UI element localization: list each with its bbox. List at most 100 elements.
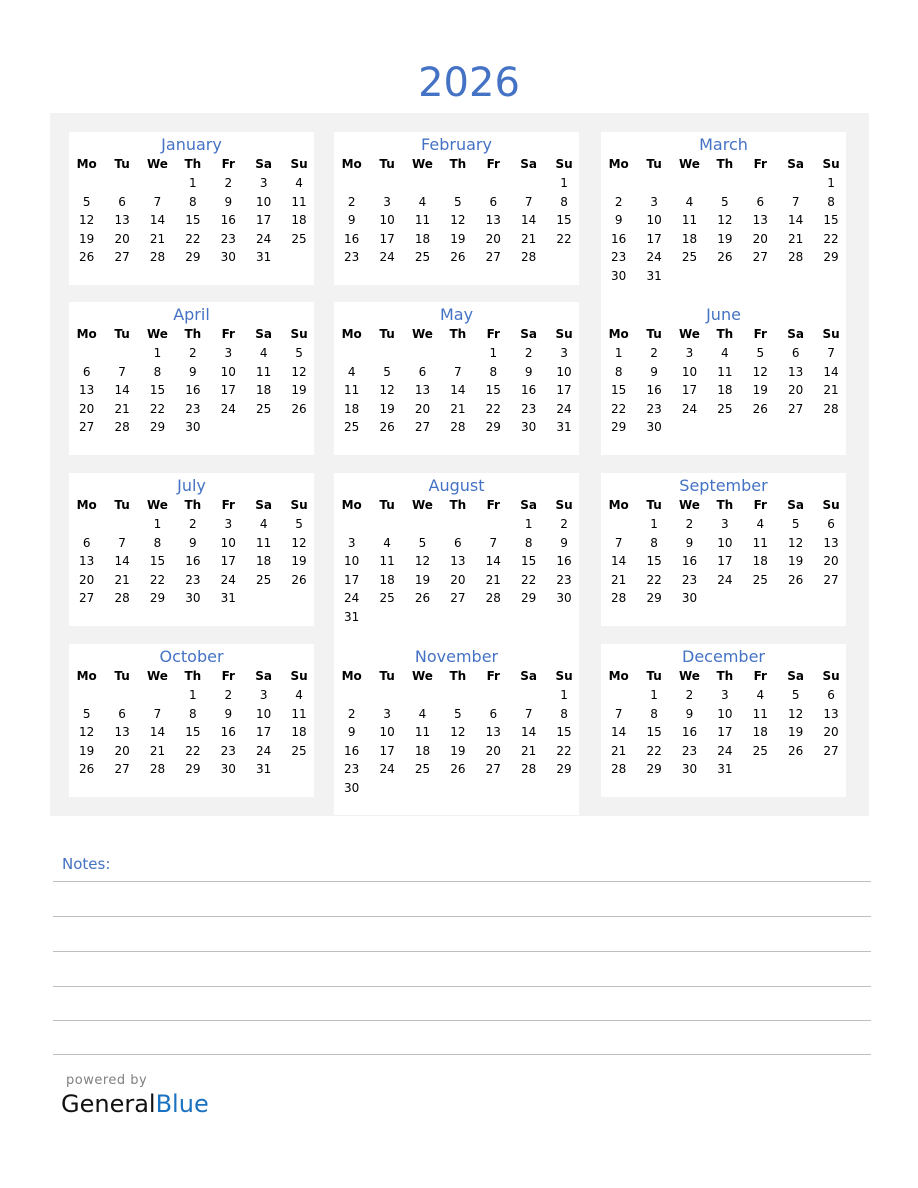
day-cell: 9 [347,213,356,227]
day-cell: 20 [485,743,501,758]
day-cell: 27 [79,420,95,434]
day-cell: 12 [450,213,466,227]
weekday-header: Fr [486,157,500,171]
day-cell: 10 [556,364,572,379]
month-grid: Mo Tu We Th Fr Sa Su 1 2 3 4 5 6 7 8 9 10 11 12 13 14 15 16 17 1… [69,154,314,267]
day-cell: 29 [185,250,201,264]
weekday-header: Th [449,327,467,341]
day-cell: 17 [646,231,662,246]
day-cell: 7 [614,535,623,550]
day-cell: 25 [414,762,431,776]
day-cell: 14 [823,364,839,379]
day-cell: 22 [485,401,501,416]
day-cell: 1 [153,517,162,531]
empty-cell [405,174,440,193]
day-cell: 7 [153,194,162,209]
day-cell: 11 [414,725,431,739]
day-cell: 15 [185,213,201,227]
day-cell: 9 [685,535,694,550]
note-line [53,1020,871,1021]
day-cell: 31 [256,250,272,264]
day-cell: 15 [149,383,166,397]
day-cell: 13 [788,364,804,379]
day-cell: 6 [756,194,765,209]
day-cell: 1 [614,346,623,360]
day-cell: 10 [220,364,236,379]
day-cell: 2 [224,688,233,702]
day-cell: 29 [823,250,839,264]
day-cell: 13 [414,383,431,397]
day-cell: 12 [79,213,95,227]
day-cell: 19 [379,401,395,416]
day-cell: 16 [185,554,201,568]
weekday-header: Mo [341,327,362,341]
day-cell: 26 [79,762,95,776]
weekday-header: Mo [76,327,97,341]
day-cell: 17 [717,554,733,568]
month-name: January [161,135,222,154]
day-cell: 19 [414,572,431,587]
day-cell: 19 [717,231,733,246]
day-cell: 11 [256,535,272,550]
weekday-header: Su [290,498,308,512]
weekday-header: Mo [76,157,97,171]
day-cell: 8 [189,706,197,721]
day-cell: 29 [646,591,662,605]
day-cell: 5 [454,194,462,209]
day-cell: 20 [823,554,839,568]
day-cell: 13 [823,535,839,550]
empty-cell [369,515,404,534]
weekday-header: We [679,669,700,683]
month-grid: Mo Tu We Th Fr Sa Su 1 2 3 4 5 6 7 8 9 10 11 12 13 14 15 16 17 1… [334,495,579,626]
day-cell: 21 [788,231,804,246]
weekday-header: Th [184,498,202,512]
generalblue-logo[interactable]: GeneralBlue [61,1090,209,1118]
day-cell: 15 [823,213,839,227]
day-cell: 30 [185,591,201,605]
day-cell: 31 [556,420,572,434]
day-cell: 21 [611,572,627,587]
day-cell: 3 [383,194,391,209]
weekday-header: Th [716,498,734,512]
day-cell: 12 [788,535,804,550]
day-cell: 20 [752,231,768,246]
day-cell: 5 [82,194,91,209]
day-cell: 21 [611,743,627,758]
day-cell: 23 [681,743,698,758]
day-cell: 11 [291,194,307,209]
weekday-header: Mo [608,498,629,512]
day-cell: 23 [646,401,662,416]
weekday-header: Su [290,669,308,683]
day-cell: 13 [114,725,130,739]
empty-cell [104,344,139,363]
day-cell: 3 [721,688,729,702]
day-cell: 23 [344,250,360,264]
day-cell: 14 [149,725,166,739]
day-cell: 26 [788,743,804,758]
day-cell: 6 [82,364,91,379]
day-cell: 30 [344,780,360,795]
day-cell: 11 [414,213,431,227]
empty-cell [104,174,139,193]
day-cell: 11 [752,706,768,721]
weekday-header: Sa [787,157,805,171]
day-cell: 21 [521,743,537,758]
day-cell: 21 [450,401,466,416]
day-cell: 17 [681,383,698,397]
empty-cell [69,344,104,363]
month-june: June Mo Tu We Th Fr Sa Su 1 2 3 4 5 6 7 8 9 10 11 12 13 14 15 1… [601,302,846,455]
day-cell: 30 [681,591,698,605]
weekday-header: Tu [379,157,395,171]
weekday-header: Tu [379,327,395,341]
day-cell: 4 [721,346,729,360]
day-cell: 26 [450,250,466,264]
empty-cell [476,686,511,705]
month-april: April Mo Tu We Th Fr Sa Su 1 2 3 4 5 6 7 8 9 10 11 12 13 14 15… [69,302,314,455]
weekday-header: Sa [255,157,273,171]
day-cell: 28 [521,762,537,776]
note-line [53,986,871,987]
empty-cell [743,174,778,193]
day-cell: 17 [220,383,236,397]
day-cell: 1 [524,517,533,531]
weekday-header: Tu [114,157,130,171]
